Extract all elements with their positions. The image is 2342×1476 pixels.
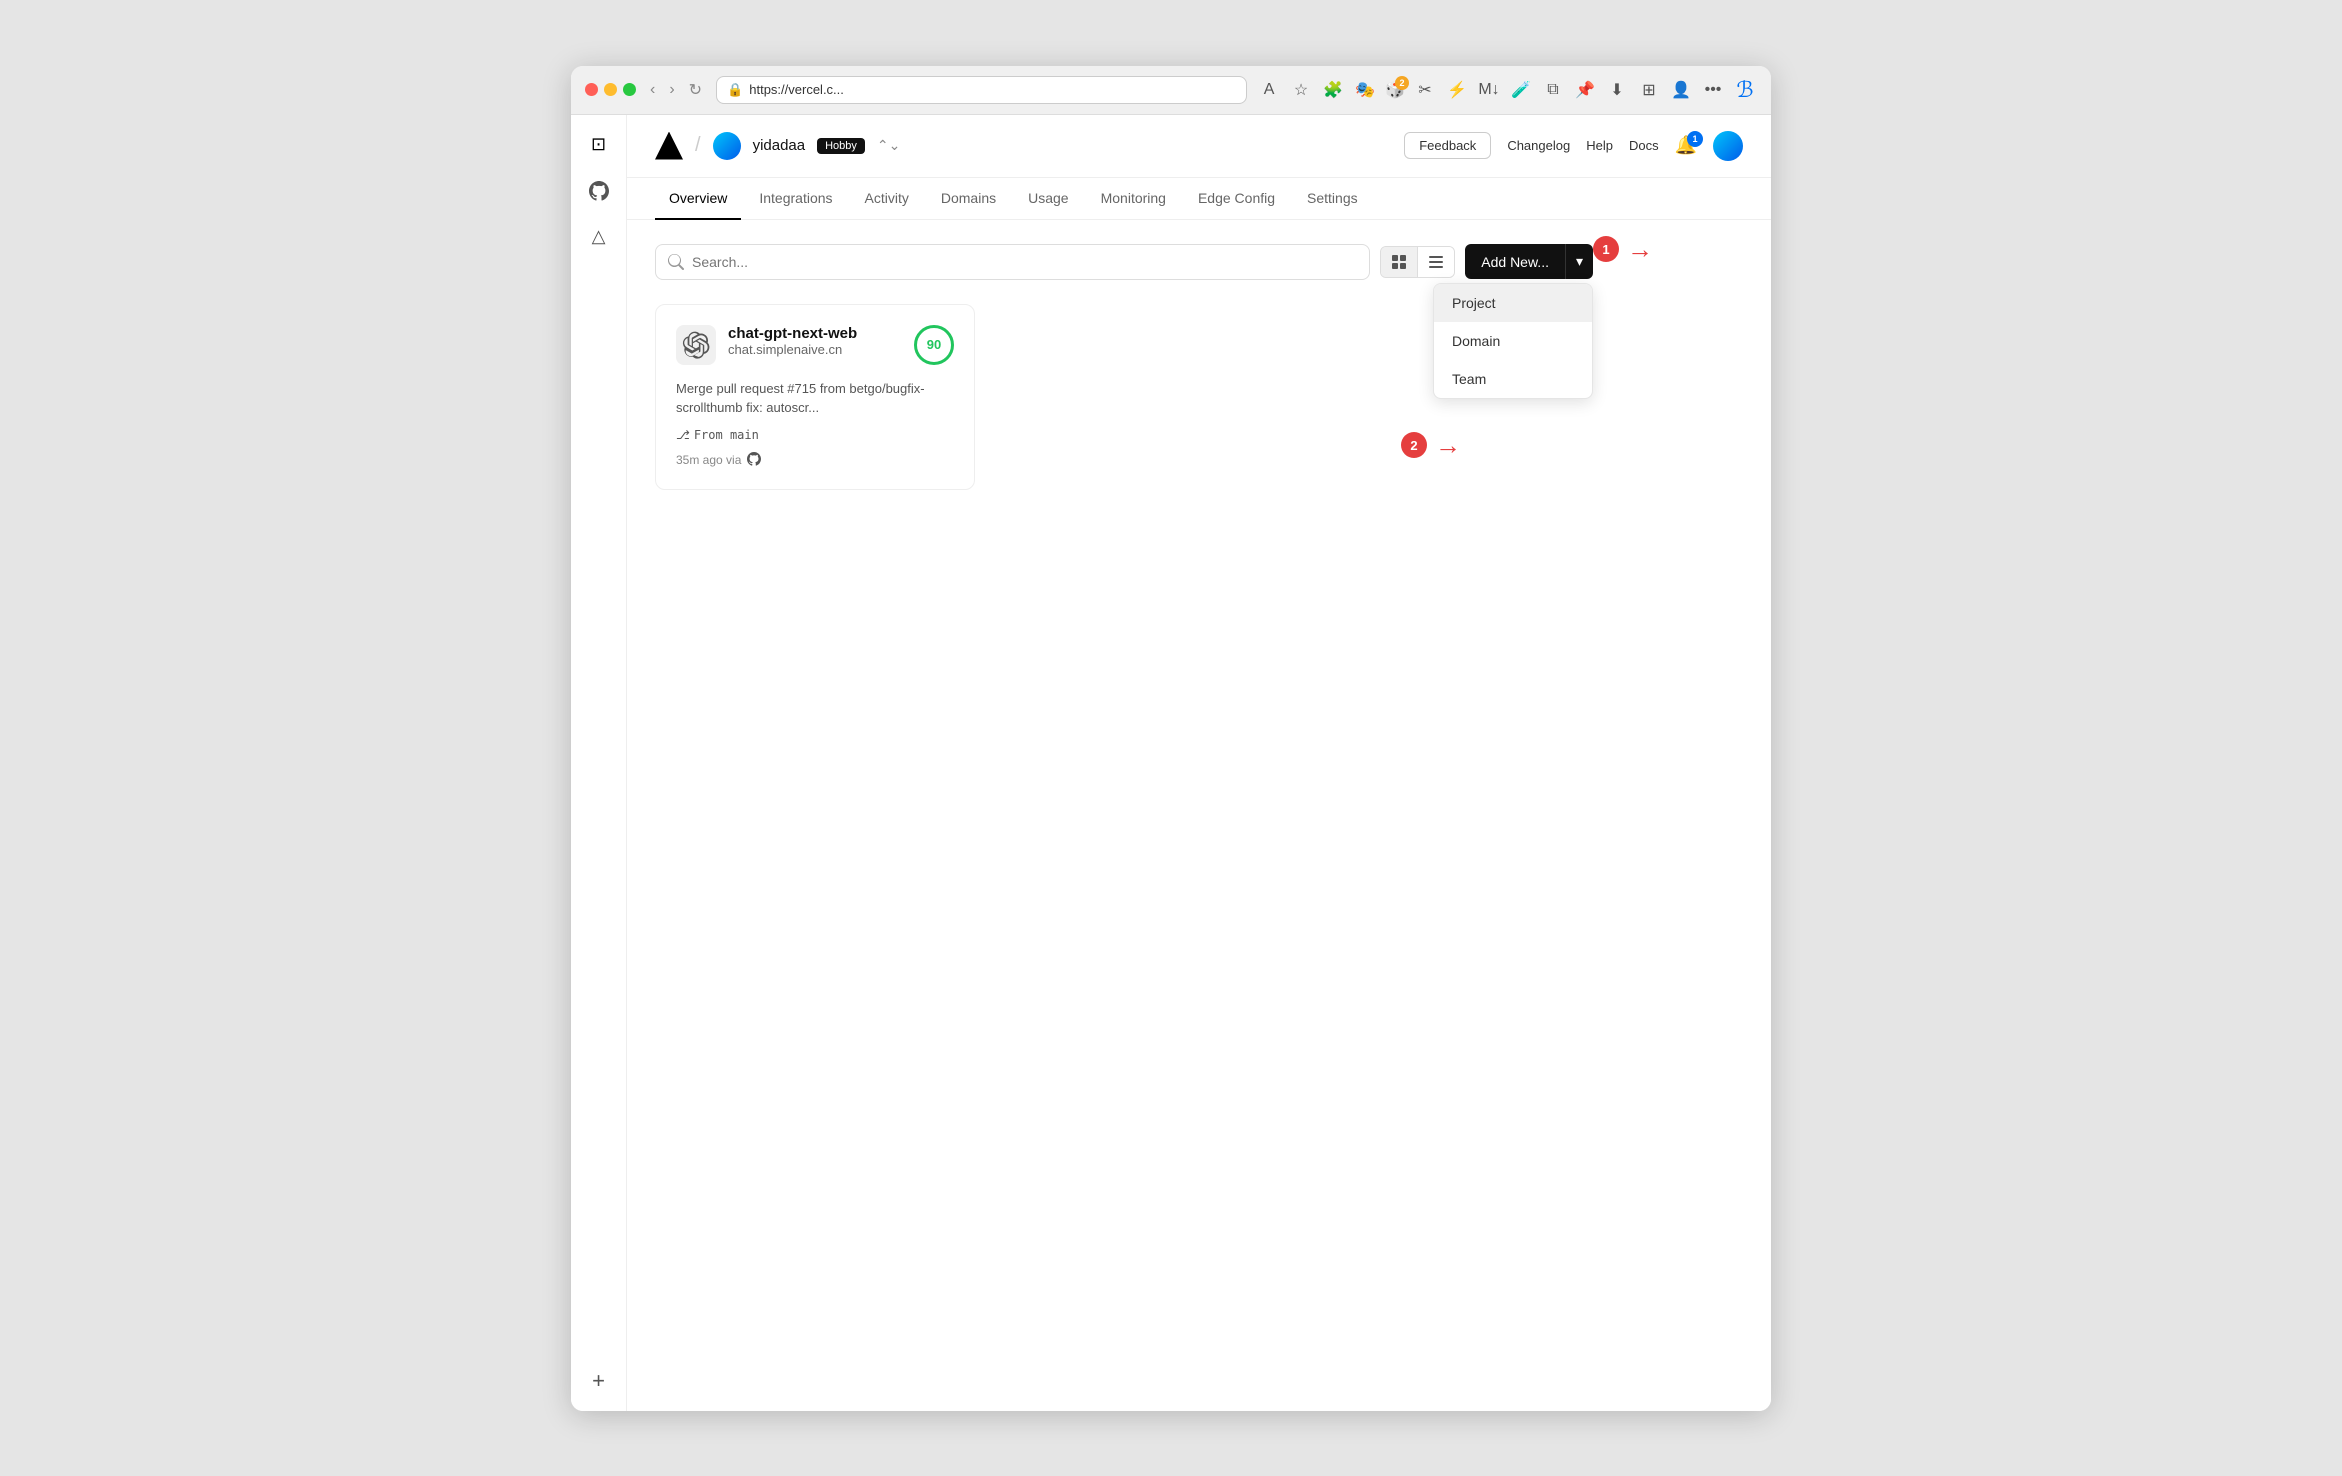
split-view-icon[interactable]: ⧉ — [1541, 78, 1565, 102]
arrow-2: → — [1435, 430, 1461, 461]
tab-integrations[interactable]: Integrations — [745, 178, 846, 220]
tab-overview[interactable]: Overview — [655, 178, 741, 220]
tab-activity[interactable]: Activity — [851, 178, 923, 220]
project-icon — [676, 325, 716, 365]
feedback-button[interactable]: Feedback — [1404, 132, 1491, 159]
tab-edge-config[interactable]: Edge Config — [1184, 178, 1289, 220]
list-view-button[interactable] — [1418, 247, 1454, 277]
add-new-container: Add New... ▾ Project Domain Team — [1465, 244, 1593, 279]
notification-badge: 1 — [1687, 131, 1703, 147]
close-button[interactable] — [585, 83, 598, 96]
project-url: chat.simplenaive.cn — [728, 342, 902, 357]
arrow-1: → — [1627, 234, 1653, 265]
project-card[interactable]: chat-gpt-next-web chat.simplenaive.cn 90… — [655, 304, 975, 490]
tab-usage[interactable]: Usage — [1014, 178, 1082, 220]
sidebar-item-add[interactable]: + — [583, 1365, 615, 1397]
profile-icon[interactable]: 👤 — [1669, 78, 1693, 102]
time-ago: 35m ago via — [676, 453, 741, 467]
search-row: Add New... ▾ Project Domain Team — [655, 244, 1593, 280]
back-button[interactable]: ‹ — [646, 79, 659, 101]
url-text: https://vercel.c... — [749, 82, 1236, 97]
tab-settings[interactable]: Settings — [1293, 178, 1372, 220]
view-toggle — [1380, 246, 1455, 278]
user-avatar[interactable] — [1713, 131, 1743, 161]
grid-view-button[interactable] — [1381, 247, 1418, 277]
add-new-button[interactable]: Add New... — [1465, 244, 1565, 279]
card-meta: 35m ago via — [676, 452, 954, 469]
card-header: chat-gpt-next-web chat.simplenaive.cn 90 — [676, 325, 954, 365]
team-switcher-button[interactable]: ⌃⌄ — [877, 137, 900, 154]
breadcrumb-separator: / — [695, 134, 701, 157]
star-icon[interactable]: ☆ — [1289, 78, 1313, 102]
annotation-2: 2 — [1401, 432, 1427, 458]
changelog-link[interactable]: Changelog — [1507, 138, 1570, 153]
tab-domains[interactable]: Domains — [927, 178, 1010, 220]
search-input[interactable] — [655, 244, 1370, 280]
pin-icon[interactable]: 📌 — [1573, 78, 1597, 102]
page-body: 1 → Add New — [627, 220, 1771, 514]
help-link[interactable]: Help — [1586, 138, 1613, 153]
extension-icon-2[interactable]: 🎭 — [1353, 78, 1377, 102]
minimize-button[interactable] — [604, 83, 617, 96]
notification-button[interactable]: 🔔 1 — [1675, 135, 1697, 156]
fullscreen-button[interactable] — [623, 83, 636, 96]
commit-message: Merge pull request #715 from betgo/bugfi… — [676, 379, 954, 418]
download-icon[interactable]: ⬇ — [1605, 78, 1629, 102]
team-avatar — [713, 132, 741, 160]
scissors-icon[interactable]: ✂ — [1413, 78, 1437, 102]
app-header: / yidadaa Hobby ⌃⌄ Feedback Changelog He… — [627, 115, 1771, 178]
address-bar[interactable]: 🔒 https://vercel.c... — [716, 76, 1247, 104]
score-circle: 90 — [914, 325, 954, 365]
dropdown-item-domain[interactable]: Domain — [1434, 322, 1592, 360]
sidebar-item-deploy[interactable]: △ — [583, 221, 615, 253]
browser-chrome: ‹ › ↻ 🔒 https://vercel.c... A ☆ 🧩 🎭 🎲 2 … — [571, 66, 1771, 115]
extension-icon-3[interactable]: 🧪 — [1509, 78, 1533, 102]
refresh-button[interactable]: ↻ — [685, 78, 706, 102]
dropdown-item-project[interactable]: Project — [1434, 284, 1592, 322]
more-icon[interactable]: ••• — [1701, 78, 1725, 102]
vercel-logo — [655, 132, 683, 160]
branch-info: ⎇ From main — [676, 428, 954, 442]
lock-icon: 🔒 — [727, 82, 743, 98]
project-info: chat-gpt-next-web chat.simplenaive.cn — [728, 325, 902, 357]
nav-tabs: Overview Integrations Activity Domains U… — [627, 178, 1771, 220]
header-actions: Feedback Changelog Help Docs 🔔 1 — [1404, 131, 1743, 161]
tool-icon-1[interactable]: ⚡ — [1445, 78, 1469, 102]
markdown-icon[interactable]: M↓ — [1477, 78, 1501, 102]
main-content: / yidadaa Hobby ⌃⌄ Feedback Changelog He… — [627, 115, 1771, 1411]
dropdown-menu: Project Domain Team — [1433, 283, 1593, 399]
team-name: yidadaa — [753, 137, 806, 154]
browser-toolbar: A ☆ 🧩 🎭 🎲 2 ✂ ⚡ M↓ 🧪 ⧉ 📌 ⬇ ⊞ 👤 ••• ℬ — [1257, 78, 1757, 102]
tab-monitoring[interactable]: Monitoring — [1087, 178, 1180, 220]
dropdown-item-team[interactable]: Team — [1434, 360, 1592, 398]
github-icon-small — [747, 452, 761, 469]
extensions-icon[interactable]: ⊞ — [1637, 78, 1661, 102]
annotation-2-container: 2 → — [1401, 430, 1461, 461]
extension-badge-icon[interactable]: 🎲 2 — [1385, 80, 1405, 100]
extension-icon-1[interactable]: 🧩 — [1321, 78, 1345, 102]
docs-link[interactable]: Docs — [1629, 138, 1659, 153]
reader-icon[interactable]: A — [1257, 78, 1281, 102]
sidebar-item-layout[interactable]: ⊡ — [583, 129, 615, 161]
branch-icon: ⎇ — [676, 428, 690, 442]
annotation-1: 1 — [1593, 236, 1619, 262]
add-new-chevron-button[interactable]: ▾ — [1565, 244, 1593, 279]
sidebar: ⊡ △ + — [571, 115, 627, 1411]
plan-badge: Hobby — [817, 138, 865, 154]
traffic-lights — [585, 83, 636, 96]
copilot-icon[interactable]: ℬ — [1733, 78, 1757, 102]
forward-button[interactable]: › — [665, 79, 678, 101]
sidebar-item-github[interactable] — [583, 175, 615, 207]
browser-nav-buttons: ‹ › ↻ — [646, 78, 706, 102]
app-layout: ⊡ △ + / yidadaa Hobby ⌃⌄ Feedb — [571, 115, 1771, 1411]
project-name: chat-gpt-next-web — [728, 325, 902, 342]
